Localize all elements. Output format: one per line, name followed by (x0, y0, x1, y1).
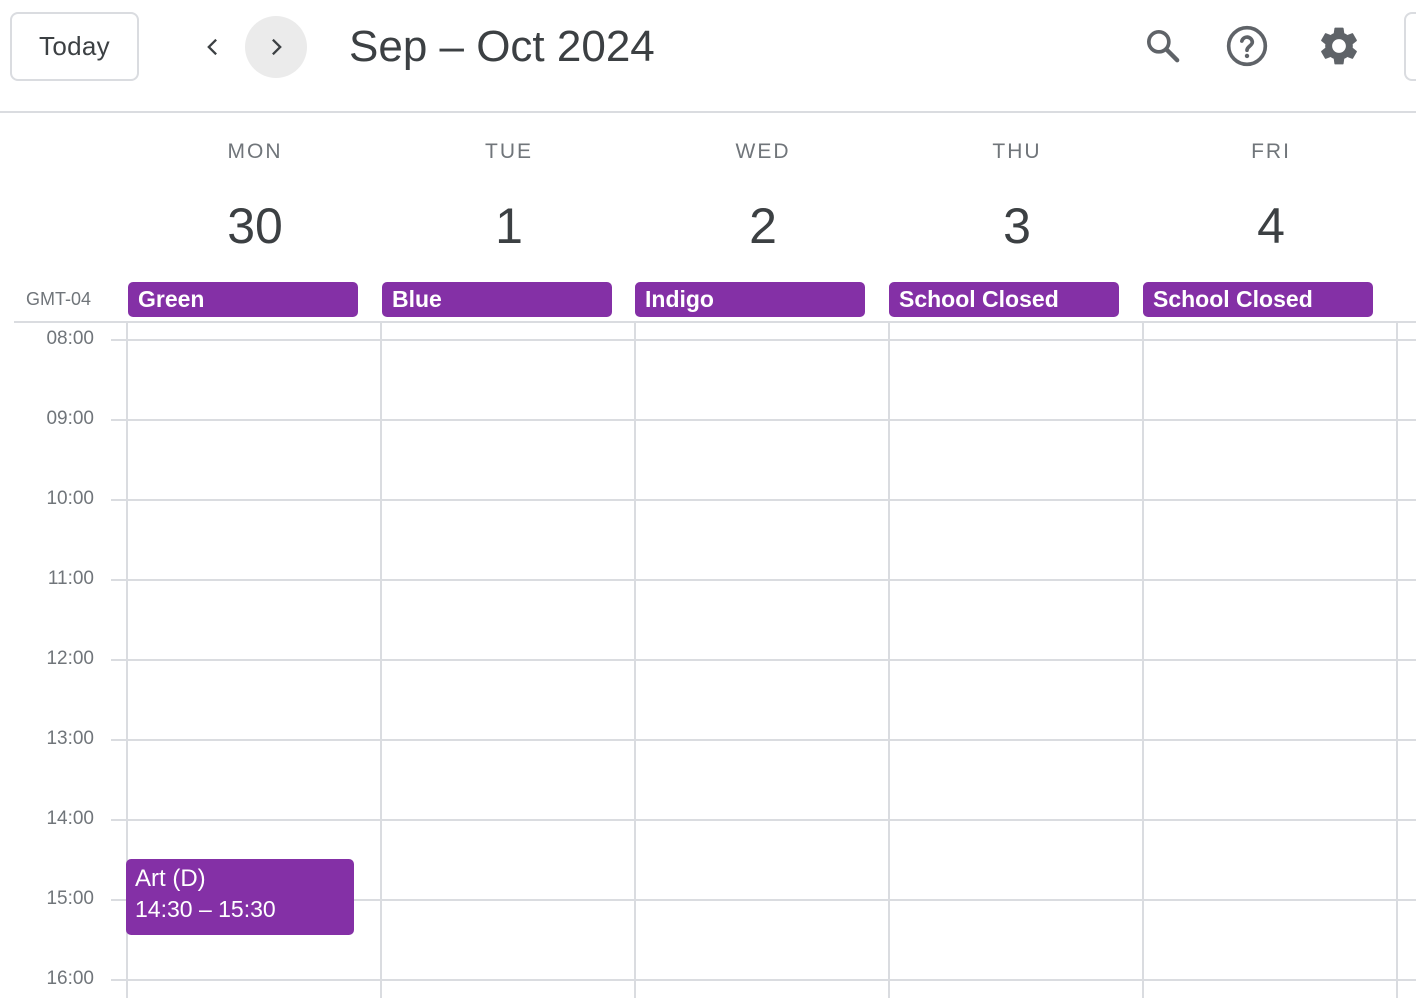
day-header-tue[interactable]: TUE 1 (382, 140, 636, 256)
next-week-button[interactable] (245, 16, 307, 78)
hour-line (111, 499, 1416, 501)
day-number[interactable]: 30 (128, 196, 382, 256)
date-range-title: Sep – Oct 2024 (349, 22, 655, 71)
time-label: 09:00 (46, 408, 94, 429)
calendar-header: Today Sep – Oct 2024 (0, 0, 1416, 113)
all-day-divider (14, 321, 1416, 323)
help-icon (1226, 25, 1268, 67)
all-day-event[interactable]: School Closed (889, 282, 1119, 317)
day-number[interactable]: 4 (1144, 196, 1398, 256)
hour-line (111, 819, 1416, 821)
settings-button[interactable] (1315, 22, 1363, 70)
search-button[interactable] (1139, 22, 1187, 70)
help-button[interactable] (1223, 22, 1271, 70)
time-label: 12:00 (46, 648, 94, 669)
day-header-thu[interactable]: THU 3 (890, 140, 1144, 256)
day-of-week: TUE (485, 140, 533, 163)
day-of-week: WED (735, 140, 791, 163)
timezone-label: GMT-04 (26, 289, 92, 309)
hour-line (111, 979, 1416, 981)
day-header-wed[interactable]: WED 2 (636, 140, 890, 256)
hour-line (111, 419, 1416, 421)
time-label: 10:00 (46, 488, 94, 509)
search-icon (1147, 30, 1180, 63)
time-label: 16:00 (46, 968, 94, 989)
all-day-event[interactable]: Indigo (635, 282, 865, 317)
all-day-event[interactable]: Green (128, 282, 358, 317)
event-title: Art (D) (135, 865, 206, 892)
chevron-right-icon (272, 38, 282, 56)
day-number[interactable]: 2 (636, 196, 890, 256)
settings-icon (1321, 27, 1357, 65)
view-switcher-button[interactable] (1404, 12, 1416, 81)
hour-line (111, 579, 1416, 581)
all-day-event[interactable]: School Closed (1143, 282, 1373, 317)
previous-week-button[interactable] (182, 16, 244, 78)
hour-line (111, 659, 1416, 661)
event-time: 14:30 – 15:30 (135, 896, 276, 922)
day-of-week: MON (227, 140, 283, 163)
time-label: 14:00 (46, 808, 94, 829)
calendar-event[interactable]: Art (D) 14:30 – 15:30 (126, 859, 354, 935)
time-label: 11:00 (47, 568, 94, 589)
day-of-week: FRI (1251, 140, 1291, 163)
hour-line (111, 739, 1416, 741)
day-header-mon[interactable]: MON 30 (128, 140, 382, 256)
day-number[interactable]: 3 (890, 196, 1144, 256)
time-label: 13:00 (46, 728, 94, 749)
today-button[interactable]: Today (10, 12, 139, 81)
day-of-week: THU (992, 140, 1042, 163)
day-header-fri[interactable]: FRI 4 (1144, 140, 1398, 256)
time-label: 08:00 (46, 328, 94, 349)
day-number[interactable]: 1 (382, 196, 636, 256)
all-day-event[interactable]: Blue (382, 282, 612, 317)
hour-line (111, 339, 1416, 341)
time-label: 15:00 (46, 888, 94, 909)
chevron-left-icon (207, 38, 217, 56)
